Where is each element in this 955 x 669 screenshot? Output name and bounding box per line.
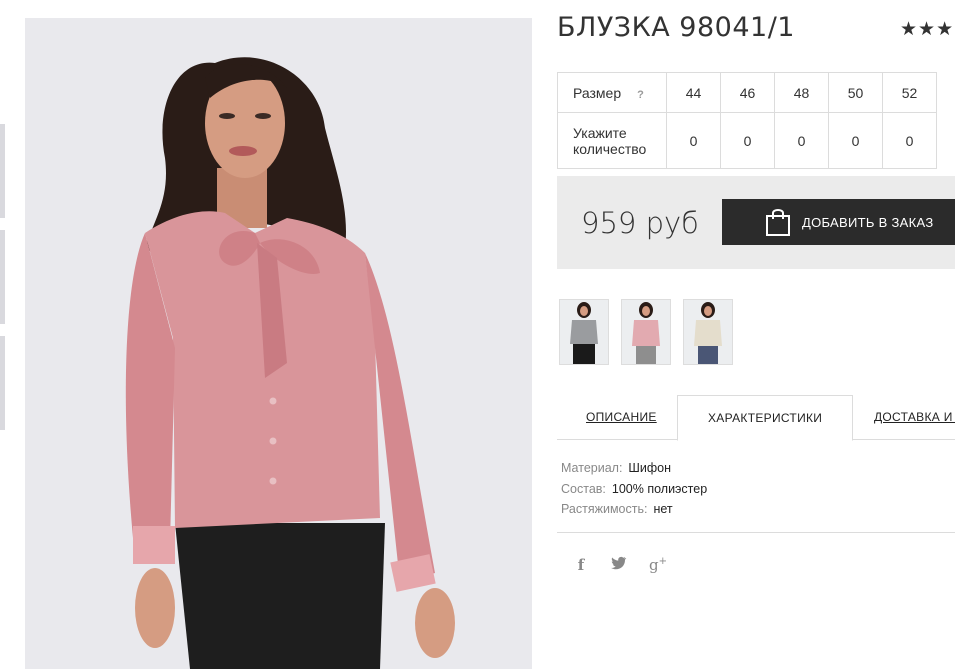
product-tabs: ОПИСАНИЕ ХАРАКТЕРИСТИКИ ДОСТАВКА И О [557,395,955,441]
buy-box: 959 руб ДОБАВИТЬ В ЗАКАЗ [557,176,955,269]
characteristic-value: 100% полиэстер [611,481,708,496]
add-to-order-button[interactable]: ДОБАВИТЬ В ЗАКАЗ [722,199,955,245]
rating-stars[interactable]: ★★★ [900,18,954,41]
characteristics-list: Материал: Шифон Состав: 100% полиэстер Рас… [561,458,707,520]
variant-beige[interactable] [683,299,733,365]
size-cell: 52 [882,72,937,113]
size-cell: 46 [720,72,775,113]
size-row: Размер? 44 46 48 50 52 [557,72,937,113]
size-label: Размер [573,84,622,101]
add-to-order-label: ДОБАВИТЬ В ЗАКАЗ [802,214,934,230]
tab-characteristics[interactable]: ХАРАКТЕРИСТИКИ [677,395,854,441]
facebook-icon[interactable]: f [573,556,589,574]
characteristic-value: Шифон [628,461,671,475]
gallery-thumb-edge-3[interactable] [0,336,5,430]
tab-delivery[interactable]: ДОСТАВКА И О [874,395,955,440]
characteristic-key: Материал: [561,461,623,475]
google-plus-icon[interactable]: g+ [649,556,667,574]
characteristic-row: Материал: Шифон [561,458,707,479]
product-price: 959 руб [581,206,699,240]
product-main-photo[interactable] [25,18,532,669]
size-cell: 50 [828,72,883,113]
quantity-input[interactable]: 0 [666,112,721,169]
size-cell: 44 [666,72,721,113]
quantity-input[interactable]: 0 [882,112,937,169]
quantity-label: Укажите количество [557,112,667,169]
variant-grey[interactable] [559,299,609,365]
quantity-input[interactable]: 0 [720,112,775,169]
gallery-thumb-edge-2[interactable] [0,230,5,324]
characteristic-key: Растяжимость: [561,502,648,516]
shopping-bag-icon [766,209,790,236]
tab-description[interactable]: ОПИСАНИЕ [586,395,657,440]
variant-pink[interactable] [621,299,671,365]
product-title: БЛУЗКА 98041/1 [557,12,795,43]
characteristic-value: нет [653,502,673,516]
twitter-icon[interactable] [611,556,627,574]
size-label-cell: Размер? [557,72,667,113]
quantity-input[interactable]: 0 [828,112,883,169]
gallery-thumb-edge-1[interactable] [0,124,5,218]
quantity-row: Укажите количество 0 0 0 0 0 [557,112,937,169]
size-cell: 48 [774,72,829,113]
size-help-icon[interactable]: ? [637,89,644,101]
size-quantity-table: Размер? 44 46 48 50 52 Укажите количеств… [557,72,937,169]
color-variants [559,299,733,365]
divider [557,532,955,533]
characteristic-row: Состав: 100% полиэстер [561,479,707,500]
characteristic-key: Состав: [561,481,606,496]
quantity-input[interactable]: 0 [774,112,829,169]
characteristic-row: Растяжимость: нет [561,499,707,520]
social-share: f g+ [573,556,667,574]
